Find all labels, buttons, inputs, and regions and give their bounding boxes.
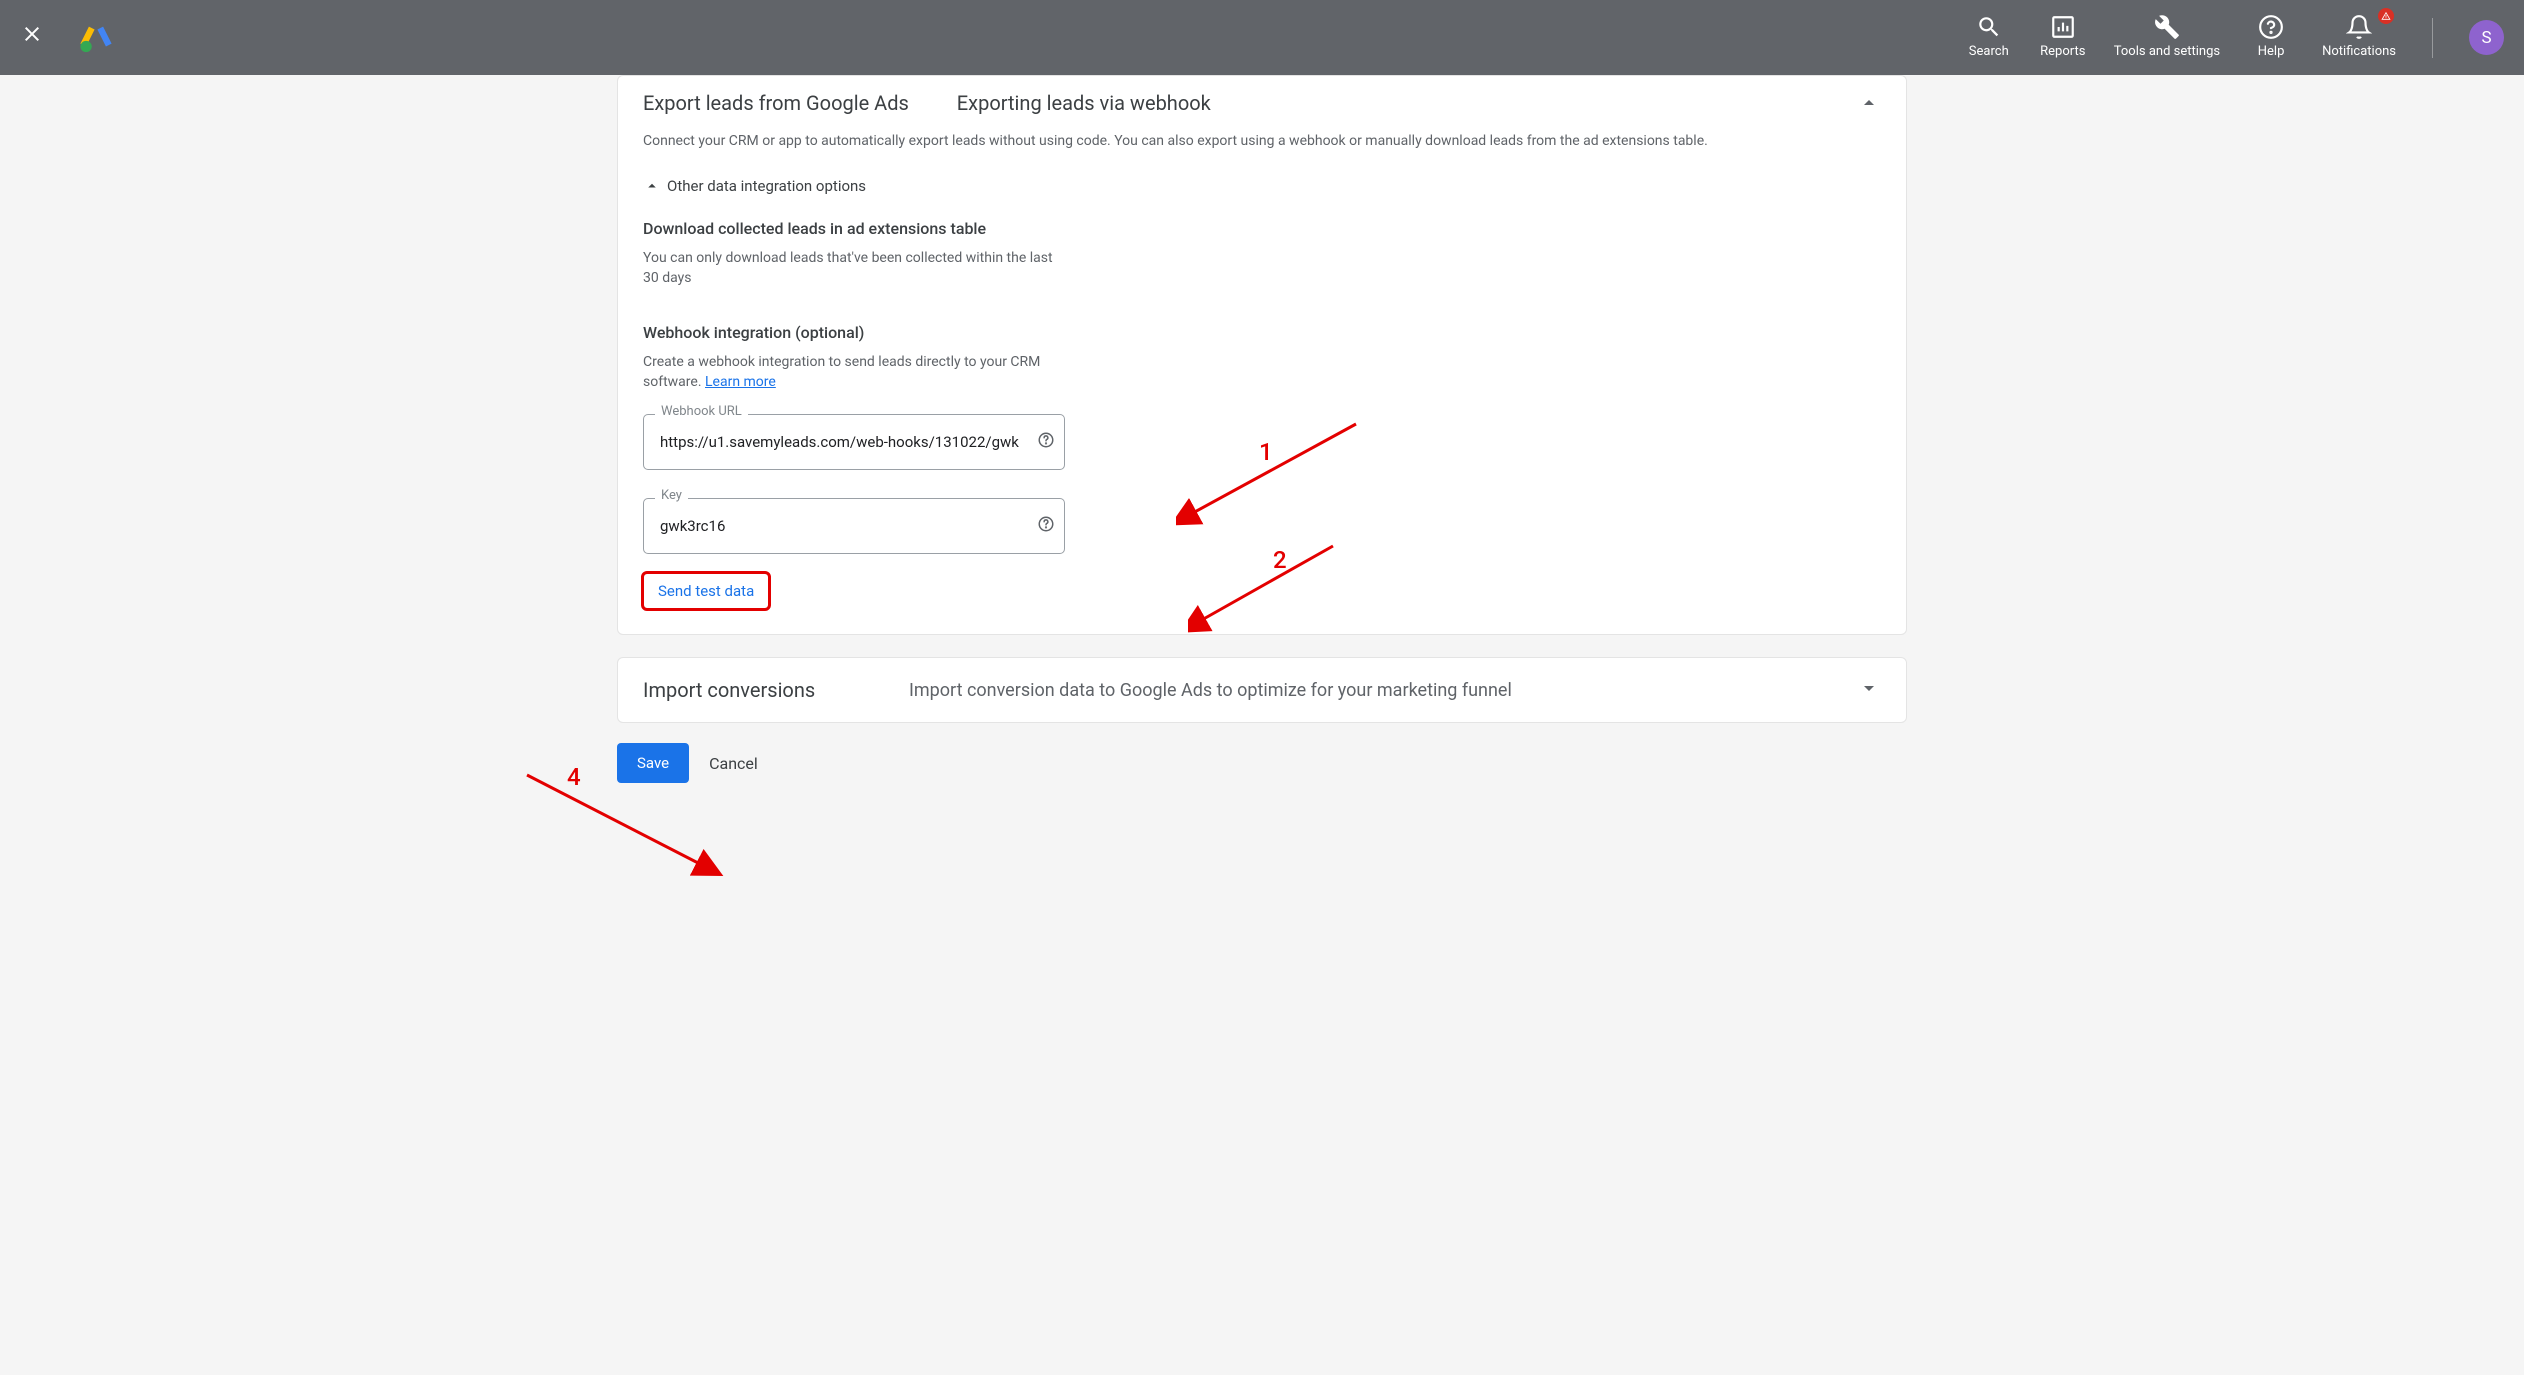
google-ads-logo-icon[interactable] bbox=[79, 21, 113, 55]
notification-alert-badge bbox=[2378, 8, 2394, 24]
webhook-url-input[interactable] bbox=[643, 414, 1065, 470]
send-test-data-button[interactable]: Send test data bbox=[643, 573, 769, 609]
save-button[interactable]: Save bbox=[617, 743, 689, 783]
export-leads-card: Export leads from Google Ads Exporting l… bbox=[617, 75, 1907, 635]
card-subtitle: Exporting leads via webhook bbox=[957, 91, 1211, 115]
annotation-arrow-1 bbox=[1176, 414, 1376, 538]
annotation-arrow-4 bbox=[517, 765, 727, 889]
header-right: Search Reports Tools and settings Help N… bbox=[1966, 14, 2504, 60]
nav-help[interactable]: Help bbox=[2248, 14, 2294, 60]
close-icon[interactable] bbox=[20, 22, 44, 53]
nav-notifications[interactable]: Notifications bbox=[2322, 14, 2396, 60]
annotation-label-4: 4 bbox=[567, 763, 581, 791]
download-section-title: Download collected leads in ad extension… bbox=[643, 219, 1881, 238]
account-avatar[interactable]: S bbox=[2469, 20, 2504, 55]
webhook-url-field: Webhook URL bbox=[643, 414, 1065, 470]
download-section-text: You can only download leads that've been… bbox=[643, 248, 1053, 289]
import-conversions-card[interactable]: Import conversions Import conversion dat… bbox=[617, 657, 1907, 723]
learn-more-link[interactable]: Learn more bbox=[705, 374, 776, 390]
cancel-button[interactable]: Cancel bbox=[709, 754, 758, 773]
webhook-text-pre: Create a webhook integration to send lea… bbox=[643, 354, 1040, 390]
other-options-toggle[interactable]: Other data integration options bbox=[643, 177, 1881, 195]
other-options-label: Other data integration options bbox=[667, 177, 866, 195]
form-actions: Save Cancel bbox=[617, 743, 1907, 783]
nav-help-label: Help bbox=[2258, 44, 2285, 60]
nav-search[interactable]: Search bbox=[1966, 14, 2012, 60]
card-title: Export leads from Google Ads bbox=[643, 91, 909, 115]
key-legend: Key bbox=[655, 488, 688, 503]
annotation-label-1: 1 bbox=[1259, 438, 1273, 466]
import-conversions-desc: Import conversion data to Google Ads to … bbox=[909, 680, 1512, 701]
card-description: Connect your CRM or app to automatically… bbox=[643, 133, 1881, 149]
nav-search-label: Search bbox=[1969, 44, 2009, 60]
key-field: Key bbox=[643, 498, 1065, 554]
header-left bbox=[20, 21, 113, 55]
import-conversions-title: Import conversions bbox=[643, 678, 909, 702]
webhook-url-legend: Webhook URL bbox=[655, 404, 748, 419]
nav-tools[interactable]: Tools and settings bbox=[2114, 14, 2220, 60]
nav-reports[interactable]: Reports bbox=[2040, 14, 2086, 60]
main-container: Export leads from Google Ads Exporting l… bbox=[617, 75, 1907, 783]
header-divider bbox=[2432, 18, 2433, 58]
nav-reports-label: Reports bbox=[2040, 44, 2085, 60]
annotation-arrow-2 bbox=[1188, 536, 1348, 640]
key-input[interactable] bbox=[643, 498, 1065, 554]
nav-notifications-label: Notifications bbox=[2322, 44, 2396, 60]
nav-tools-label: Tools and settings bbox=[2114, 44, 2220, 60]
chevron-up-icon bbox=[643, 177, 661, 195]
card-header: Export leads from Google Ads Exporting l… bbox=[643, 91, 1881, 115]
expand-chevron-down-icon bbox=[1857, 676, 1881, 704]
webhook-section-title: Webhook integration (optional) bbox=[643, 323, 1881, 342]
key-help-icon[interactable] bbox=[1037, 515, 1055, 537]
webhook-section-text: Create a webhook integration to send lea… bbox=[643, 352, 1053, 393]
collapse-chevron-up-icon[interactable] bbox=[1857, 91, 1881, 119]
annotation-label-2: 2 bbox=[1273, 546, 1287, 574]
webhook-url-help-icon[interactable] bbox=[1037, 431, 1055, 453]
top-header: Search Reports Tools and settings Help N… bbox=[0, 0, 2524, 75]
